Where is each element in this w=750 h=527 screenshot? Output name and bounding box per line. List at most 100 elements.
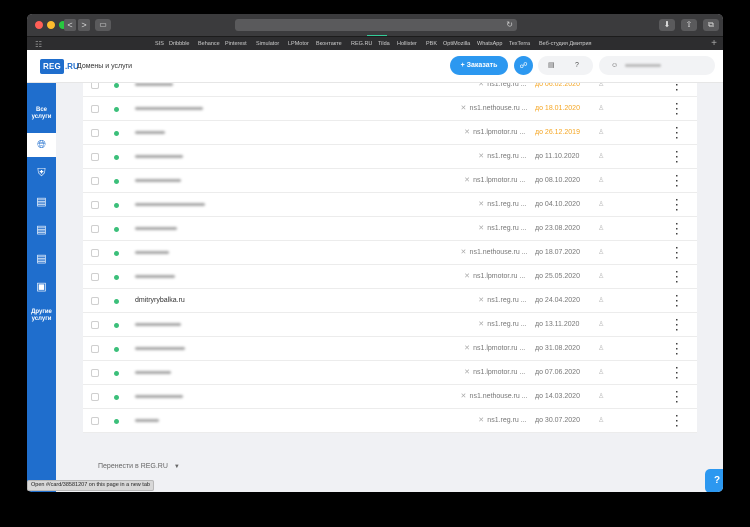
domain-name-redacted[interactable] <box>135 155 183 158</box>
cart-icon[interactable]: ☍ <box>514 56 533 75</box>
table-row[interactable]: ✕ ns1.lpmotor.ru ... до 26.12.2019 ♙ · · · <box>83 121 697 145</box>
more-options-icon[interactable]: ··· <box>675 340 679 360</box>
row-checkbox[interactable] <box>91 153 99 161</box>
more-options-icon[interactable]: ··· <box>675 388 679 408</box>
domain-name-redacted[interactable] <box>135 83 173 86</box>
table-row[interactable]: ✕ ns1.nethouse.ru ... до 14.03.2020 ♙ · · · <box>83 385 697 409</box>
favorite-link[interactable]: WhatsApp <box>477 39 502 49</box>
favorite-link[interactable]: REG.RU <box>351 39 372 49</box>
sidebar-item-security[interactable]: ⛨ <box>27 167 56 179</box>
more-options-icon[interactable]: ··· <box>675 292 679 312</box>
domain-name-redacted[interactable] <box>135 323 181 326</box>
favorite-link[interactable]: Веб-студия Дмитрия <box>539 39 592 49</box>
more-options-icon[interactable]: ··· <box>675 148 679 168</box>
row-checkbox[interactable] <box>91 417 99 425</box>
favorite-link[interactable]: Behance <box>198 39 220 49</box>
favorite-link[interactable]: PBK <box>426 39 437 49</box>
row-checkbox[interactable] <box>91 369 99 377</box>
row-checkbox[interactable] <box>91 345 99 353</box>
more-options-icon[interactable]: ··· <box>675 244 679 264</box>
table-row[interactable]: ✕ ns1.reg.ru ... до 30.07.2020 ♙ · · · <box>83 409 697 433</box>
favorite-link[interactable]: TexTerra <box>509 39 530 49</box>
domain-name-redacted[interactable] <box>135 227 177 230</box>
sidebar-item-servers[interactable]: ▤ <box>27 253 56 265</box>
row-checkbox[interactable] <box>91 83 99 89</box>
sidebar-item-vps[interactable]: ▤ <box>27 224 56 236</box>
address-bar[interactable]: ↻ <box>235 19 517 31</box>
row-checkbox[interactable] <box>91 297 99 305</box>
row-checkbox[interactable] <box>91 273 99 281</box>
documents-icon[interactable]: ▤ <box>548 56 555 75</box>
favorite-link[interactable]: Hollister <box>397 39 417 49</box>
more-options-icon[interactable]: ··· <box>675 100 679 120</box>
close-window-button[interactable] <box>35 21 43 29</box>
table-row[interactable]: ✕ ns1.reg.ru ... до 23.08.2020 ♙ · · · <box>83 217 697 241</box>
table-row[interactable]: ✕ ns1.lpmotor.ru ... до 08.10.2020 ♙ · · · <box>83 169 697 193</box>
chat-help-button[interactable]: ? <box>705 469 723 492</box>
row-checkbox[interactable] <box>91 249 99 257</box>
favorite-link[interactable]: Pinterest <box>225 39 247 49</box>
sidebar-item-other-services[interactable]: Другие услуги <box>27 309 56 323</box>
row-checkbox[interactable] <box>91 393 99 401</box>
domain-name-redacted[interactable] <box>135 419 159 422</box>
back-button[interactable]: < <box>64 19 76 31</box>
download-icon[interactable]: ⬇ <box>659 19 675 31</box>
help-icon[interactable]: ? <box>575 56 579 75</box>
row-checkbox[interactable] <box>91 201 99 209</box>
domain-name-redacted[interactable] <box>135 251 169 254</box>
domain-name-redacted[interactable] <box>135 203 205 206</box>
table-row[interactable]: ✕ ns1.nethouse.ru ... до 18.07.2020 ♙ · · · <box>83 241 697 265</box>
domain-name-redacted[interactable] <box>135 179 181 182</box>
favorite-link[interactable]: LPMotor <box>288 39 309 49</box>
domain-name[interactable]: dmitryrybalka.ru <box>135 289 185 313</box>
row-checkbox[interactable] <box>91 177 99 185</box>
domain-name-redacted[interactable] <box>135 107 203 110</box>
more-options-icon[interactable]: ··· <box>675 172 679 192</box>
favorite-link[interactable]: SIS <box>155 39 164 49</box>
reg-ru-logo[interactable]: REG .RU <box>40 57 79 75</box>
transfer-to-reg-link[interactable]: Перенести в REG.RU ▼ <box>98 463 180 470</box>
user-account-pill[interactable]: ☺ <box>599 56 715 75</box>
row-checkbox[interactable] <box>91 225 99 233</box>
favorite-link[interactable]: OptiMozilla <box>443 39 470 49</box>
order-button[interactable]: + Заказать <box>450 56 508 75</box>
domain-name-redacted[interactable] <box>135 131 165 134</box>
notifications-help-pill[interactable]: ▤ ? <box>538 56 593 75</box>
more-options-icon[interactable]: ··· <box>675 83 679 96</box>
sidebar-toggle-icon[interactable]: ▭ <box>95 19 111 31</box>
favorite-link[interactable]: Tilda <box>378 39 390 49</box>
minimize-window-button[interactable] <box>47 21 55 29</box>
domain-name-redacted[interactable] <box>135 347 185 350</box>
domain-name-redacted[interactable] <box>135 371 171 374</box>
more-options-icon[interactable]: ··· <box>675 316 679 336</box>
table-row[interactable]: ✕ ns1.reg.ru ... до 13.11.2020 ♙ · · · <box>83 313 697 337</box>
row-checkbox[interactable] <box>91 129 99 137</box>
sidebar-item-constructor[interactable]: ▣ <box>27 281 56 293</box>
more-options-icon[interactable]: ··· <box>675 220 679 240</box>
domain-name-redacted[interactable] <box>135 395 183 398</box>
sidebar-item-all-services[interactable]: Все услуги <box>27 107 56 121</box>
table-row[interactable]: ✕ns1.reg.ru ... до 06.02.2020 ♙ ··· <box>83 83 697 97</box>
more-options-icon[interactable]: ··· <box>675 196 679 216</box>
table-row[interactable]: ✕ ns1.reg.ru ... до 11.10.2020 ♙ · · · <box>83 145 697 169</box>
more-options-icon[interactable]: ··· <box>675 124 679 144</box>
table-row[interactable]: ✕ ns1.lpmotor.ru ... до 07.06.2020 ♙ · · · <box>83 361 697 385</box>
reload-icon[interactable]: ↻ <box>506 19 513 31</box>
row-checkbox[interactable] <box>91 321 99 329</box>
table-row[interactable]: dmitryrybalka.ru ✕ ns1.reg.ru ... до 24.04.… <box>83 289 697 313</box>
sidebar-item-domains[interactable]: 🌐︎ <box>27 133 56 157</box>
tabs-icon[interactable]: ⧉ <box>703 19 719 31</box>
more-options-icon[interactable]: ··· <box>675 364 679 384</box>
favorite-link[interactable]: Simulator <box>256 39 279 49</box>
more-options-icon[interactable]: ··· <box>675 412 679 432</box>
favorites-grid-icon[interactable]: ☷ <box>35 40 42 49</box>
new-tab-plus-icon[interactable]: + <box>711 38 717 49</box>
table-row[interactable]: ✕ ns1.reg.ru ... до 04.10.2020 ♙ · · · <box>83 193 697 217</box>
table-row[interactable]: ✕ ns1.lpmotor.ru ... до 31.08.2020 ♙ · · · <box>83 337 697 361</box>
share-icon[interactable]: ⇧ <box>681 19 697 31</box>
favorite-link[interactable]: Dribbble <box>169 39 189 49</box>
more-options-icon[interactable]: ··· <box>675 268 679 288</box>
favorite-link[interactable]: Вконтакте <box>316 39 342 49</box>
domain-name-redacted[interactable] <box>135 275 175 278</box>
sidebar-item-hosting[interactable]: ▤ <box>27 196 56 208</box>
